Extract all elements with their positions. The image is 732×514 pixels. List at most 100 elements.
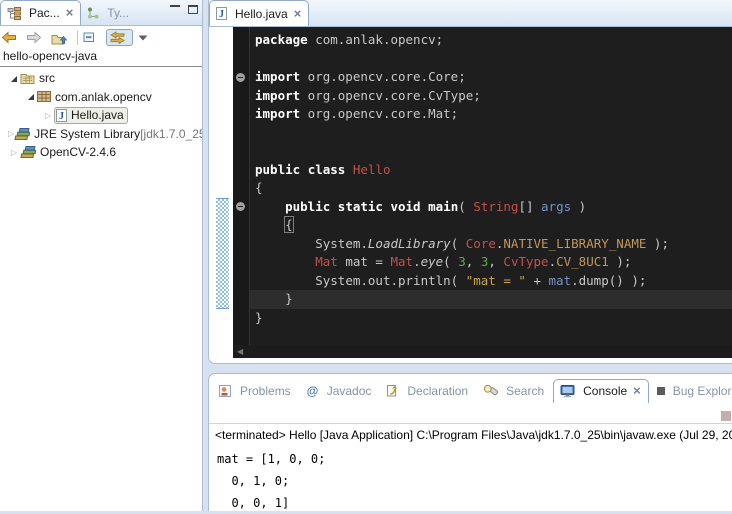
scroll-left-icon[interactable]: ◀ — [237, 347, 243, 356]
code-line[interactable] — [250, 124, 732, 143]
editor-tabstrip: J Hello.java × — [209, 0, 732, 27]
terminate-icon[interactable] — [721, 411, 731, 421]
code-token: org.opencv.core.Mat; — [300, 106, 458, 121]
tab-label: Pac... — [29, 6, 60, 20]
tab-javadoc[interactable]: @Javadoc — [300, 379, 379, 403]
code-token: com.anlak.opencv; — [308, 32, 443, 47]
close-icon[interactable]: × — [633, 386, 641, 396]
tree-item-com.anlak.opencv[interactable]: ◢com.anlak.opencv — [0, 88, 202, 107]
code-token: String — [473, 199, 518, 214]
annotation-ruler[interactable] — [213, 27, 233, 345]
console-tabstrip: Problems@JavadocDeclarationSearchConsole… — [209, 377, 732, 404]
tree-item-hello.java[interactable]: ▷JHello.java — [0, 106, 202, 125]
horizontal-scrollbar[interactable]: ◀ — [233, 345, 732, 358]
tab-pac[interactable]: Pac... × — [0, 0, 81, 25]
code-line[interactable]: System.LoadLibrary( Core.NATIVE_LIBRARY_… — [250, 235, 732, 254]
close-icon[interactable]: × — [66, 8, 74, 18]
tree-item-opencv-2.4.6[interactable]: ▷ OpenCV-2.4.6 — [0, 143, 202, 162]
fold-collapse-icon[interactable] — [236, 202, 245, 211]
back-icon[interactable] — [1, 31, 21, 44]
tab-hello-java[interactable]: J Hello.java × — [209, 0, 309, 26]
fold-collapse-icon[interactable] — [236, 73, 245, 82]
range-indicator — [216, 198, 229, 309]
code-line[interactable]: import org.opencv.core.CvType; — [250, 87, 732, 106]
tab-label: Hello.java — [235, 7, 288, 21]
maximize-icon[interactable] — [188, 5, 198, 14]
tree-item-src[interactable]: ◢ src — [0, 69, 202, 88]
tab-ty[interactable]: Ty... — [81, 0, 136, 25]
code-token: package — [255, 32, 308, 47]
console-icon — [560, 385, 575, 398]
code-token: ); — [609, 254, 632, 269]
collapsed-arrow-icon[interactable]: ▷ — [42, 111, 54, 120]
java-file-icon: J — [216, 7, 227, 20]
tree-item-jre-system-library[interactable]: ▷JRE System Library [jdk1.7.0_25] — [0, 125, 202, 144]
code-token: } — [255, 310, 263, 325]
project-root-label: hello-opencv-java — [3, 49, 97, 63]
forward-icon[interactable] — [26, 31, 46, 44]
code-line[interactable]: import org.opencv.core.Core; — [250, 68, 732, 87]
code-line[interactable] — [250, 142, 732, 161]
code-token: Mat — [390, 254, 413, 269]
code-editor[interactable]: package com.anlak.opencv; import org.open… — [249, 27, 732, 345]
editor-body: package com.anlak.opencv; import org.open… — [213, 27, 732, 345]
back — [1, 31, 17, 44]
code-token: } — [255, 291, 293, 306]
javadoc-icon: @ — [306, 384, 319, 397]
svg-text:@: @ — [306, 384, 318, 397]
code-token: . — [549, 254, 557, 269]
tree-item-label: OpenCV-2.4.6 — [40, 145, 116, 159]
folding-ruler[interactable] — [233, 27, 249, 345]
tab-declaration[interactable]: Declaration — [380, 379, 475, 403]
tree-item-label: src — [39, 71, 55, 85]
tab-label: Console — [583, 384, 627, 398]
code-line[interactable]: { — [250, 216, 732, 235]
link-with-editor-icon[interactable] — [106, 29, 133, 46]
expanded-arrow-icon[interactable]: ◢ — [25, 92, 37, 101]
code-line[interactable]: Mat mat = Mat.eye( 3, 3, CvType.CV_8UC1 … — [250, 253, 732, 272]
code-token: void — [390, 199, 420, 214]
code-line[interactable] — [250, 50, 732, 69]
tab-bug-explorer[interactable]: Bug Explorer — [651, 379, 732, 403]
forward — [26, 31, 42, 44]
divider — [0, 66, 202, 67]
collapse-all-icon[interactable] — [83, 32, 101, 44]
code-line[interactable]: package com.anlak.opencv; — [250, 31, 732, 50]
tree-item-content: JRE System Library [jdk1.7.0_25] — [14, 127, 202, 141]
close-icon[interactable]: × — [294, 9, 302, 19]
code-token: Core — [466, 236, 496, 251]
code-token: ) — [571, 199, 586, 214]
code-token — [255, 254, 315, 269]
code-line[interactable]: } — [250, 290, 732, 309]
code-token: org.opencv.core.Core; — [300, 69, 466, 84]
minimize-icon[interactable] — [170, 5, 180, 14]
tab-problems[interactable]: Problems — [213, 379, 298, 403]
code-token: System. — [255, 236, 368, 251]
code-line[interactable]: System.out.println( "mat = " + mat.dump(… — [250, 272, 732, 291]
view-menu-icon[interactable] — [138, 35, 152, 41]
code-lines: package com.anlak.opencv; import org.open… — [250, 31, 732, 327]
library-icon — [20, 146, 36, 158]
tab-console[interactable]: Console × — [553, 379, 649, 403]
code-token: mat = — [338, 254, 391, 269]
code-line[interactable]: public static void main( String[] args ) — [250, 198, 732, 217]
collapsed-arrow-icon[interactable]: ▷ — [8, 148, 20, 157]
toolbar-separator — [77, 31, 78, 45]
tab-search[interactable]: Search — [477, 379, 551, 403]
tab-label: Ty... — [107, 6, 129, 20]
expanded-arrow-icon[interactable]: ◢ — [8, 74, 20, 83]
up — [51, 31, 68, 45]
package-explorer-toolbar — [1, 29, 152, 46]
up-icon[interactable] — [51, 31, 72, 45]
code-token — [421, 199, 429, 214]
console-output[interactable]: mat = [1, 0, 0; 0, 1, 0; 0, 0, 1] — [217, 448, 325, 514]
code-token: ( — [451, 236, 466, 251]
console-panel: Problems@JavadocDeclarationSearchConsole… — [208, 373, 732, 511]
code-token: public — [255, 162, 300, 177]
code-token: mat — [549, 273, 572, 288]
code-line[interactable]: { — [250, 179, 732, 198]
code-line[interactable]: } — [250, 309, 732, 328]
code-line[interactable]: public class Hello — [250, 161, 732, 180]
code-line[interactable]: import org.opencv.core.Mat; — [250, 105, 732, 124]
code-token: "mat = " — [466, 273, 526, 288]
